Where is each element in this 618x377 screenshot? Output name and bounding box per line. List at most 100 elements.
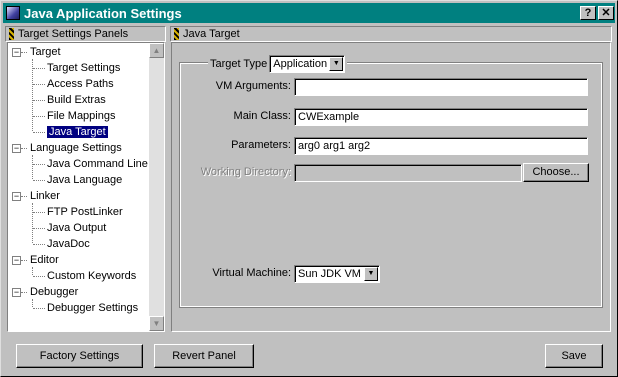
target-type-dropdown[interactable]: Application ▼ bbox=[269, 55, 346, 73]
tree-item[interactable]: Debugger Settings bbox=[47, 301, 138, 316]
tree-item[interactable]: Java Command Line bbox=[47, 157, 148, 172]
tree-connector bbox=[21, 52, 27, 53]
tree-category[interactable]: Language Settings bbox=[30, 141, 122, 156]
tree-item[interactable]: Access Paths bbox=[47, 77, 114, 92]
tree-connector bbox=[33, 244, 45, 245]
tree-expander-icon[interactable]: − bbox=[12, 48, 21, 57]
tree-connector bbox=[32, 299, 33, 307]
tree-connector bbox=[33, 228, 45, 229]
tree-item-label: Java Output bbox=[47, 222, 107, 234]
main-class-field[interactable]: CWExample bbox=[294, 108, 588, 126]
tree-connector bbox=[21, 260, 27, 261]
tree-item-label: Java Language bbox=[47, 174, 123, 186]
scroll-down-arrow-icon[interactable]: ▼ bbox=[149, 316, 164, 331]
tree-item-label: Target bbox=[30, 46, 61, 58]
tree-item[interactable]: File Mappings bbox=[47, 109, 115, 124]
working-directory-label: Working Directory: bbox=[200, 166, 291, 178]
app-icon bbox=[6, 6, 20, 20]
tree-item[interactable]: Java Language bbox=[47, 173, 122, 188]
tree-connector bbox=[21, 196, 27, 197]
help-button[interactable]: ? bbox=[580, 6, 596, 20]
target-type-label: Target Type bbox=[210, 58, 268, 70]
tree-connector bbox=[33, 100, 45, 101]
tree-connector bbox=[21, 148, 27, 149]
tree-item-label: Debugger bbox=[30, 286, 79, 298]
target-settings-panels-title: Target Settings Panels bbox=[18, 28, 129, 40]
chevron-down-icon: ▼ bbox=[364, 267, 378, 281]
tree-connector bbox=[33, 164, 45, 165]
choose-button[interactable]: Choose... bbox=[523, 163, 589, 182]
tree-connector bbox=[32, 203, 33, 243]
vm-arguments-label: VM Arguments: bbox=[215, 80, 291, 92]
tree-category[interactable]: Target bbox=[30, 45, 61, 60]
main-class-label: Main Class: bbox=[233, 110, 291, 122]
java-target-header: Java Target bbox=[170, 26, 612, 42]
tree-category[interactable]: Editor bbox=[30, 253, 59, 268]
tree-category[interactable]: Debugger bbox=[30, 285, 78, 300]
tree-connector bbox=[33, 212, 45, 213]
tree-item-label: File Mappings bbox=[47, 110, 116, 122]
revert-panel-button[interactable]: Revert Panel bbox=[154, 344, 254, 368]
tree-connector bbox=[33, 276, 45, 277]
virtual-machine-label: Virtual Machine: bbox=[212, 267, 291, 279]
tree-category[interactable]: Linker bbox=[30, 189, 60, 204]
tree-connector bbox=[33, 308, 45, 309]
tree-item[interactable]: JavaDoc bbox=[47, 237, 90, 252]
tree-expander-icon[interactable]: − bbox=[12, 256, 21, 265]
tree-connector bbox=[21, 292, 27, 293]
virtual-machine-value: Sun JDK VM bbox=[298, 268, 361, 280]
tree-item-label: Java Target bbox=[47, 126, 108, 138]
tree-connector bbox=[33, 68, 45, 69]
tree-item-label: Target Settings bbox=[47, 62, 121, 74]
java-target-panel: Target Type Application ▼ VM Arguments: … bbox=[171, 42, 611, 332]
tree-connector bbox=[32, 59, 33, 131]
target-settings-panels-header: Target Settings Panels bbox=[5, 26, 166, 42]
parameters-field[interactable]: arg0 arg1 arg2 bbox=[294, 137, 588, 155]
tree-expander-icon[interactable]: − bbox=[12, 144, 21, 153]
grip-icon bbox=[174, 28, 179, 40]
settings-tree-list: − Target Target Settings Access Paths Build … bbox=[8, 43, 150, 331]
scroll-up-arrow-icon[interactable]: ▲ bbox=[149, 43, 164, 58]
tree-item-label: Editor bbox=[30, 254, 59, 266]
chevron-down-icon: ▼ bbox=[329, 57, 344, 71]
tree-item[interactable]: FTP PostLinker bbox=[47, 205, 123, 220]
tree-item-label: Java Command Line bbox=[47, 158, 148, 170]
tree-item[interactable]: Target Settings bbox=[47, 61, 120, 76]
title-bar[interactable]: Java Application Settings ? ✕ bbox=[3, 3, 615, 23]
factory-settings-button[interactable]: Factory Settings bbox=[16, 344, 143, 368]
java-target-title: Java Target bbox=[183, 28, 240, 40]
tree-expander-icon[interactable]: − bbox=[12, 192, 21, 201]
tree-connector bbox=[33, 180, 45, 181]
tree-item[interactable]: Build Extras bbox=[47, 93, 106, 108]
tree-item-label: Custom Keywords bbox=[47, 270, 137, 282]
tree-item[interactable]: Java Output bbox=[47, 221, 106, 236]
target-type-group: Target Type Application ▼ bbox=[208, 55, 348, 73]
tree-item-label: Access Paths bbox=[47, 78, 114, 90]
tree-connector bbox=[32, 155, 33, 179]
tree-scrollbar[interactable]: ▲ ▼ bbox=[149, 43, 164, 331]
tree-connector bbox=[33, 116, 45, 117]
tree-item-label: Language Settings bbox=[30, 142, 122, 154]
target-type-value: Application bbox=[273, 58, 328, 70]
settings-window: Java Application Settings ? ✕ Target Set… bbox=[0, 0, 618, 377]
parameters-label: Parameters: bbox=[231, 139, 291, 151]
tree-item[interactable]: Java Target bbox=[47, 125, 108, 140]
window-title: Java Application Settings bbox=[24, 5, 182, 21]
tree-item-label: Debugger Settings bbox=[47, 302, 139, 314]
virtual-machine-dropdown[interactable]: Sun JDK VM ▼ bbox=[294, 265, 380, 283]
tree-connector bbox=[32, 267, 33, 275]
grip-icon bbox=[9, 28, 14, 40]
working-directory-field bbox=[294, 164, 522, 182]
tree-item[interactable]: Custom Keywords bbox=[47, 269, 136, 284]
tree-item-label: JavaDoc bbox=[47, 238, 90, 250]
save-button[interactable]: Save bbox=[545, 344, 603, 368]
settings-tree[interactable]: − Target Target Settings Access Paths Build … bbox=[7, 42, 165, 332]
tree-connector bbox=[33, 84, 45, 85]
tree-connector bbox=[33, 132, 45, 133]
vm-arguments-field[interactable] bbox=[294, 78, 588, 96]
tree-item-label: Linker bbox=[30, 190, 60, 202]
close-button[interactable]: ✕ bbox=[598, 6, 614, 20]
tree-item-label: Build Extras bbox=[47, 94, 106, 106]
tree-item-label: FTP PostLinker bbox=[47, 206, 123, 218]
tree-expander-icon[interactable]: − bbox=[12, 288, 21, 297]
